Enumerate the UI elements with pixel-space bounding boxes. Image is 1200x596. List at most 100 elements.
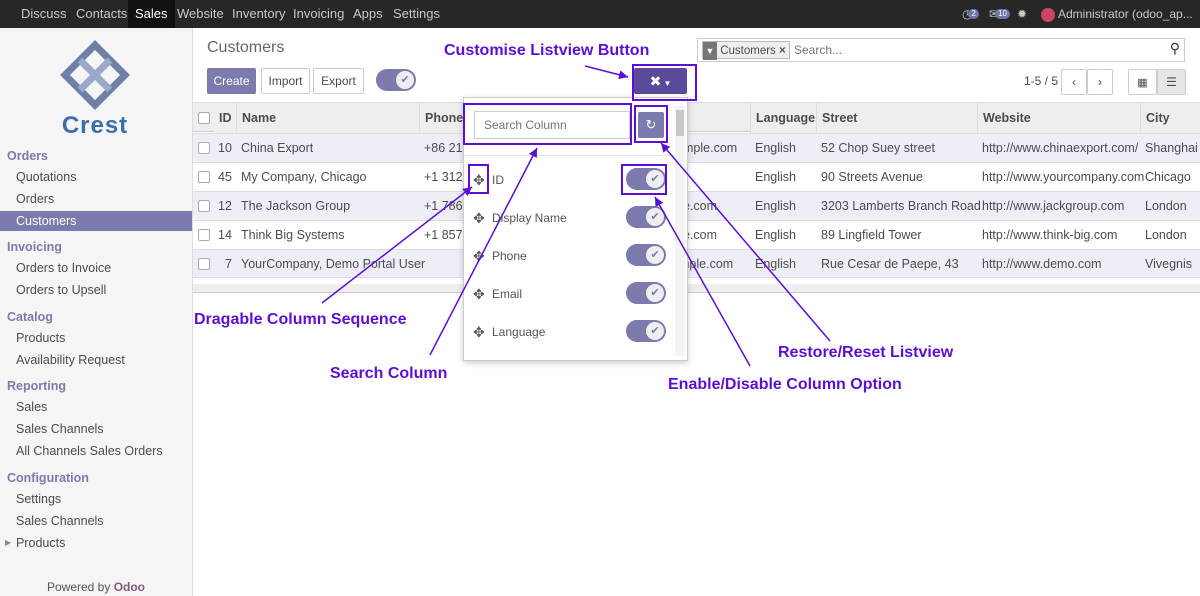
column-option-label: Display Name	[492, 211, 567, 225]
sidebar-item-quotations[interactable]: Quotations	[0, 167, 192, 187]
cell-id: 45	[218, 170, 232, 184]
check-icon: ✔	[646, 246, 664, 264]
sidebar-item-sales[interactable]: Sales	[0, 397, 192, 417]
pager-prev-button[interactable]: ‹	[1061, 69, 1087, 95]
table-row[interactable]: 14 Think Big Systems +1 857 e.com Englis…	[193, 220, 1200, 249]
debug-bug-icon[interactable]: ✹	[1017, 0, 1027, 28]
drag-move-icon[interactable]: ✥	[473, 248, 485, 265]
cell-website: http://www.yourcompany.com	[982, 170, 1145, 184]
row-checkbox[interactable]	[198, 200, 210, 212]
pager: 1-5 / 5	[1024, 74, 1059, 88]
nav-inventory[interactable]: Inventory	[225, 0, 292, 28]
select-all-checkbox[interactable]	[198, 112, 210, 124]
sidebar-item-sales-channels[interactable]: Sales Channels	[0, 419, 192, 439]
section-orders: Orders	[7, 149, 48, 163]
export-button[interactable]: Export	[313, 68, 364, 94]
cell-phone: +1 857	[424, 228, 463, 242]
search-input[interactable]	[794, 42, 1154, 58]
section-configuration: Configuration	[7, 471, 89, 485]
check-icon: ✔	[646, 208, 664, 226]
cell-name: China Export	[241, 141, 314, 155]
col-header-phone[interactable]: Phone	[419, 103, 464, 133]
cell-street: 89 Lingfield Tower	[821, 228, 922, 242]
cell-language: English	[755, 141, 796, 155]
nav-invoicing[interactable]: Invoicing	[286, 0, 351, 28]
user-menu[interactable]: Administrator (odoo_ap...	[1041, 0, 1193, 28]
list-view-button[interactable]: ☰	[1157, 69, 1186, 95]
col-header-city[interactable]: City	[1140, 103, 1200, 133]
row-checkbox[interactable]	[198, 142, 210, 154]
sidebar-item-orders-to-upsell[interactable]: Orders to Upsell	[0, 280, 192, 300]
col-header-street[interactable]: Street	[816, 103, 977, 133]
row-checkbox[interactable]	[198, 229, 210, 241]
table-footer	[193, 284, 1200, 293]
import-button[interactable]: Import	[261, 68, 310, 94]
cell-email: e.com	[683, 199, 718, 213]
drag-move-icon[interactable]: ✥	[473, 286, 485, 303]
nav-sales[interactable]: Sales	[128, 0, 175, 28]
sidebar-item-config-products[interactable]: ▶ Products	[0, 533, 192, 553]
table-row[interactable]: 7 YourCompany, Demo Portal User mple.com…	[193, 249, 1200, 278]
drag-move-icon[interactable]: ✥	[473, 324, 485, 341]
row-checkbox[interactable]	[198, 171, 210, 183]
row-checkbox[interactable]	[198, 258, 210, 270]
column-toggle[interactable]: ✔	[626, 244, 666, 266]
sidebar-item-products[interactable]: Products	[0, 328, 192, 348]
messages-icon[interactable]: ✉10	[989, 0, 1014, 28]
sidebar-item-settings[interactable]: Settings	[0, 489, 192, 509]
cell-website: http://www.jackgroup.com	[982, 199, 1125, 213]
nav-website[interactable]: Website	[170, 0, 231, 28]
sidebar-item-all-channels-sales-orders[interactable]: All Channels Sales Orders	[0, 441, 192, 461]
filter-icon: ▼	[703, 42, 717, 60]
search-icon[interactable]: ⚲	[1170, 40, 1180, 57]
annotation-box-search	[463, 103, 632, 145]
drag-move-icon[interactable]: ✥	[473, 210, 485, 227]
column-toggle[interactable]: ✔	[626, 206, 666, 228]
search-bar[interactable]: ▼ Customers × ⚲	[697, 38, 1185, 62]
nav-contacts[interactable]: Contacts	[69, 0, 134, 28]
archive-toggle[interactable]: ✔	[376, 69, 416, 91]
col-header-name[interactable]: Name	[236, 103, 419, 133]
sidebar-item-availability-request[interactable]: Availability Request	[0, 350, 192, 370]
col-header-website[interactable]: Website	[977, 103, 1140, 133]
nav-discuss[interactable]: Discuss	[14, 0, 74, 28]
cell-website: http://www.demo.com	[982, 257, 1102, 271]
table-row[interactable]: 12 The Jackson Group +1 786 e.com Englis…	[193, 191, 1200, 220]
sidebar-item-label: Products	[16, 536, 66, 550]
annotation-search-label: Search Column	[330, 365, 448, 382]
chat-icon[interactable]: ◷2	[962, 0, 983, 28]
kanban-view-button[interactable]: ▦	[1128, 69, 1157, 95]
column-option-label: Phone	[492, 249, 527, 263]
cell-id: 12	[218, 199, 232, 213]
col-header-language[interactable]: Language	[750, 103, 816, 133]
nav-apps[interactable]: Apps	[346, 0, 390, 28]
search-facet[interactable]: ▼ Customers ×	[702, 41, 790, 60]
top-navbar: Discuss Contacts Sales Website Inventory…	[0, 0, 1200, 28]
dropdown-scrollbar[interactable]	[675, 106, 685, 356]
scrollbar-thumb[interactable]	[676, 110, 684, 136]
create-button[interactable]: Create	[207, 68, 256, 94]
pager-next-button[interactable]: ›	[1087, 69, 1113, 95]
column-toggle[interactable]: ✔	[626, 320, 666, 342]
annotation-customise-label: Customise Listview Button	[444, 42, 650, 59]
column-toggle[interactable]: ✔	[626, 282, 666, 304]
table-row[interactable]: 10 China Export +86 21 mple.com English …	[193, 133, 1200, 162]
annotation-box-restore	[634, 105, 668, 143]
cell-city: Shanghai	[1145, 141, 1198, 155]
messages-badge: 10	[995, 9, 1010, 19]
odoo-link[interactable]: Odoo	[114, 580, 145, 594]
cell-name: My Company, Chicago	[241, 170, 367, 184]
sidebar-item-orders-to-invoice[interactable]: Orders to Invoice	[0, 258, 192, 278]
col-header-id[interactable]: ID	[214, 103, 236, 133]
sidebar-item-customers[interactable]: Customers	[0, 211, 192, 231]
column-option-display-name: ✥ Display Name ✔	[464, 200, 674, 238]
nav-settings[interactable]: Settings	[386, 0, 447, 28]
list-icon: ☰	[1166, 75, 1177, 89]
cell-id: 10	[218, 141, 232, 155]
cell-id: 14	[218, 228, 232, 242]
close-icon[interactable]: ×	[779, 45, 786, 57]
sidebar-item-config-sales-channels[interactable]: Sales Channels	[0, 511, 192, 531]
sidebar-item-orders[interactable]: Orders	[0, 189, 192, 209]
breadcrumb: Customers	[207, 39, 285, 56]
table-row[interactable]: 45 My Company, Chicago +1 312 English 90…	[193, 162, 1200, 191]
